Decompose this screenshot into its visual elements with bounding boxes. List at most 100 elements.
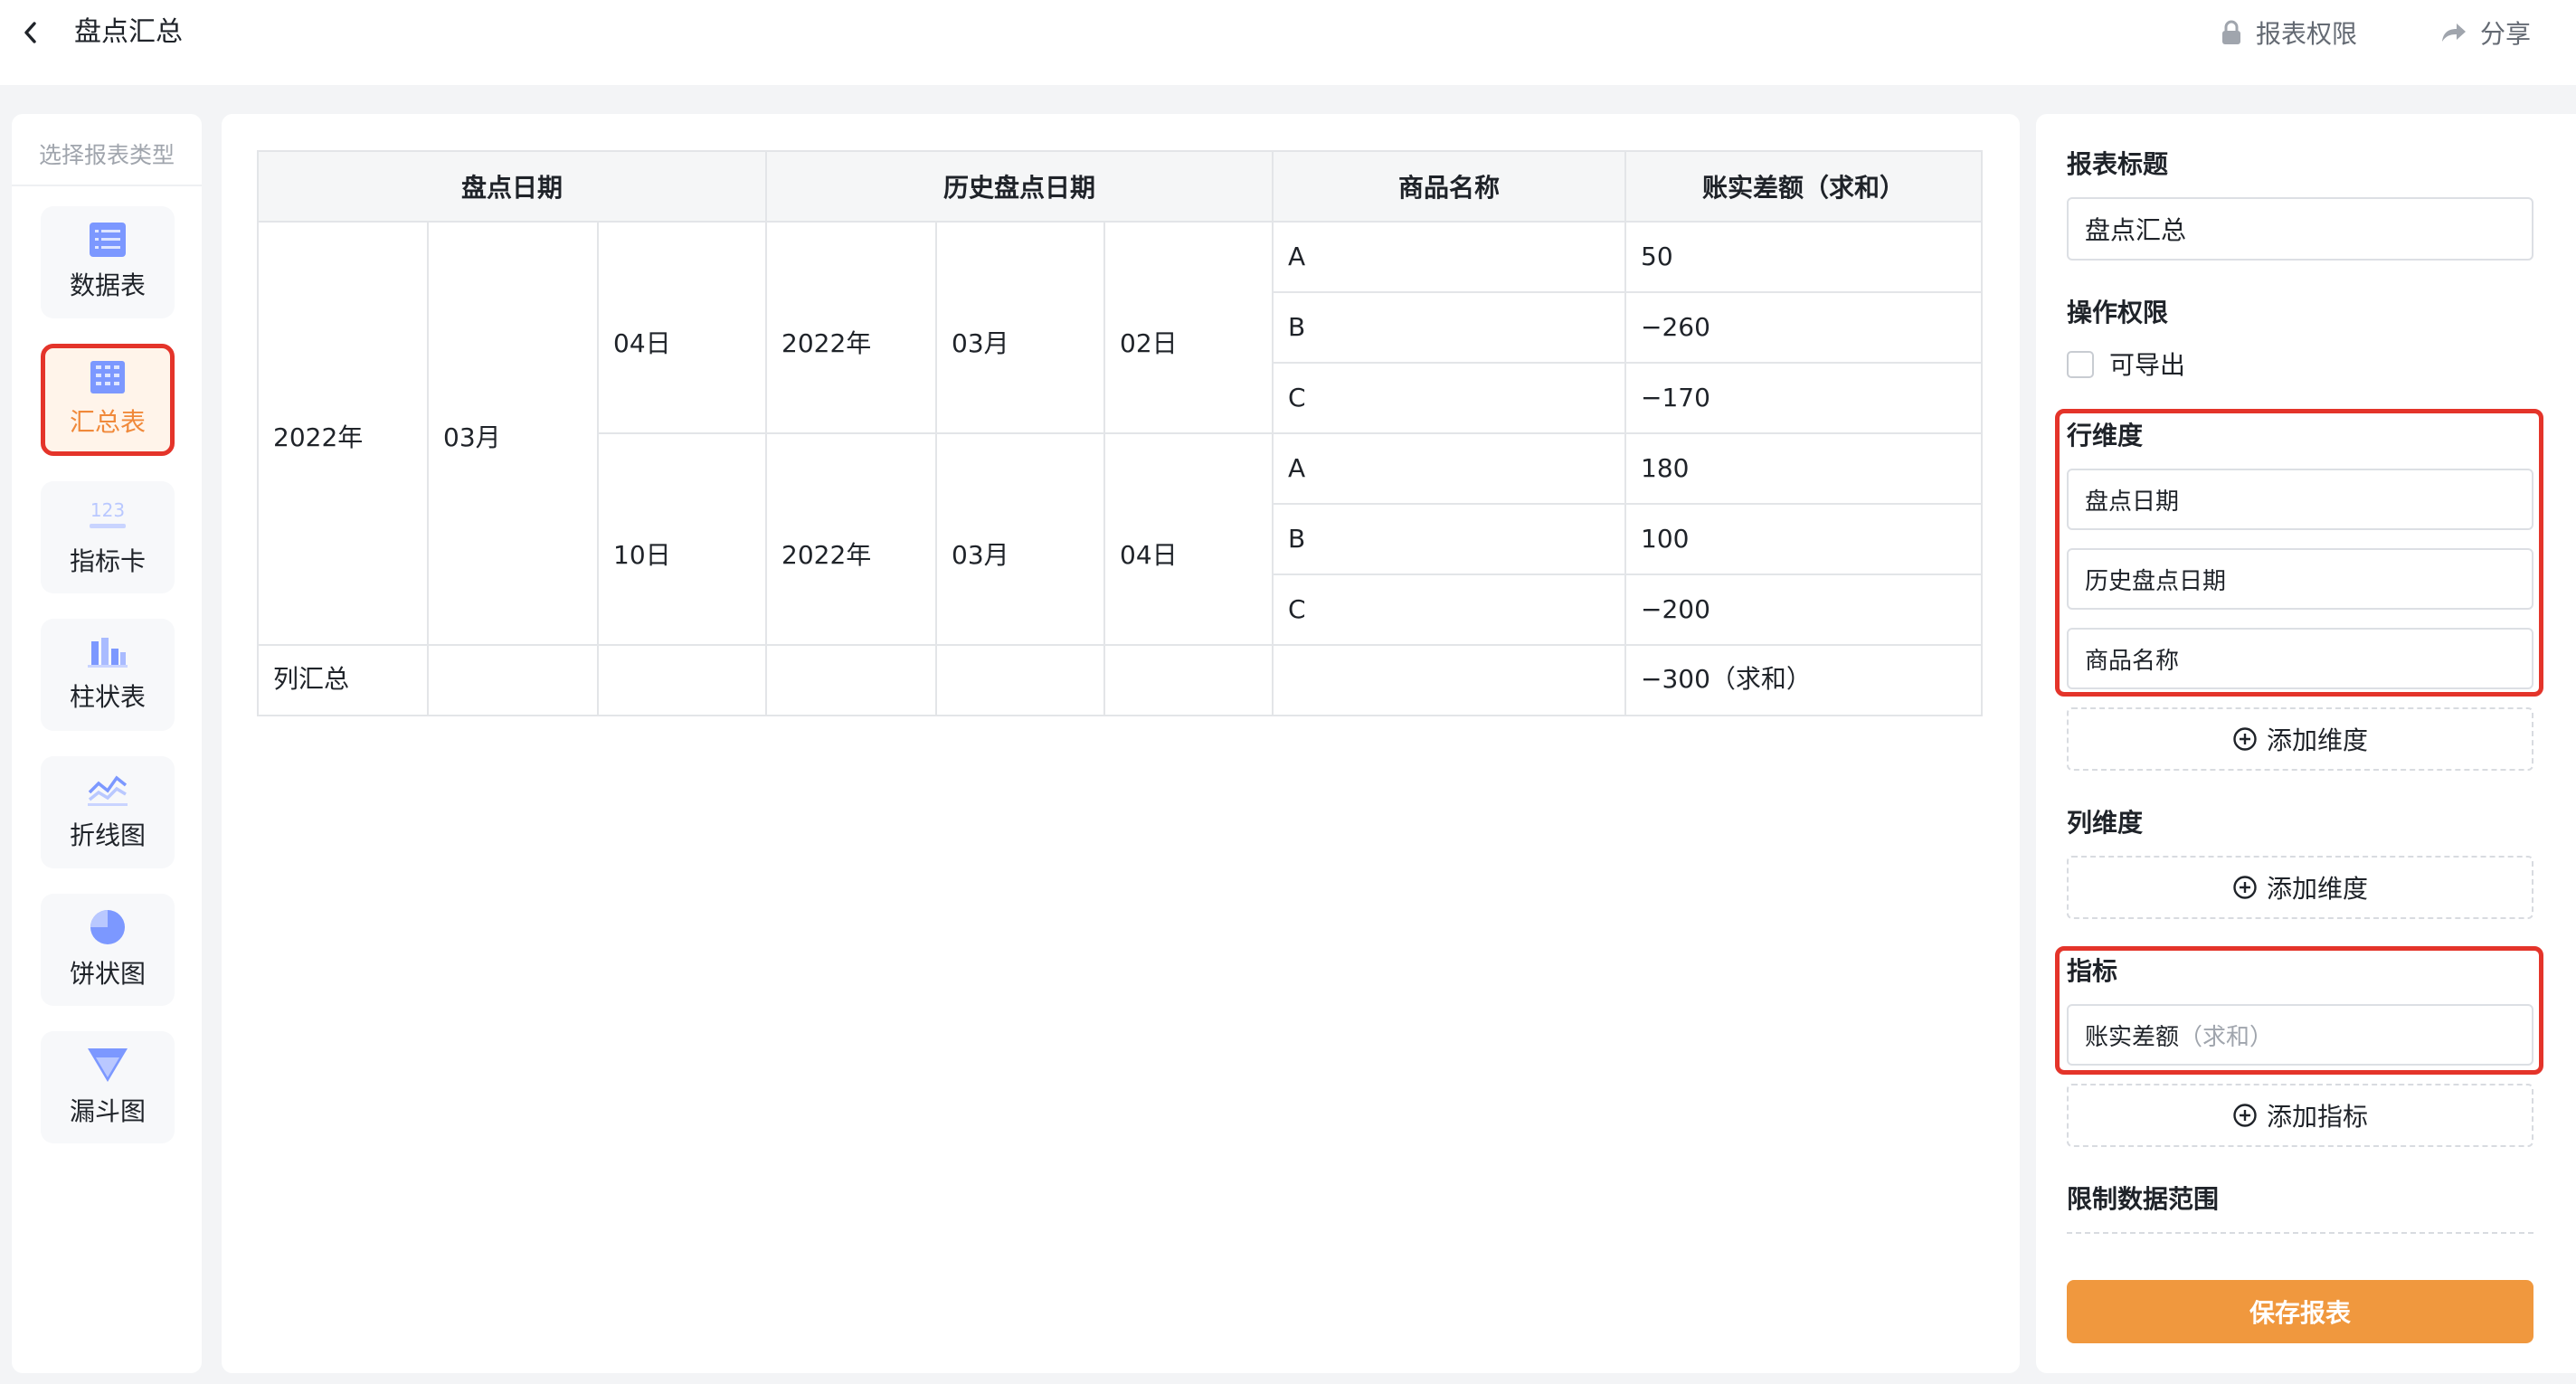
add-metric-button[interactable]: 添加指标 (2067, 1084, 2533, 1147)
page-title: 盘点汇总 (74, 16, 183, 48)
row-dimension-chip[interactable]: 历史盘点日期 (2067, 548, 2533, 610)
total-value-cell: −300（求和） (1641, 664, 1812, 694)
row-dimension-chip[interactable]: 盘点日期 (2067, 469, 2533, 530)
col-line (1624, 152, 1626, 715)
report-permission-button[interactable]: 报表权限 (2220, 13, 2357, 52)
summary-table-icon (90, 361, 125, 393)
product-name-cell: C (1288, 383, 1306, 412)
table-cell: 04日 (613, 328, 671, 358)
table-cell: 03月 (952, 328, 1009, 358)
divider (12, 185, 202, 186)
save-report-button[interactable]: 保存报表 (2067, 1280, 2533, 1343)
top-header: 盘点汇总 报表权限 分享 (0, 0, 2576, 85)
table-cell: 03月 (443, 422, 501, 452)
share-label: 分享 (2480, 19, 2532, 49)
exportable-label: 可导出 (2109, 350, 2186, 380)
exportable-checkbox[interactable] (2067, 351, 2094, 378)
product-name-cell: C (1288, 594, 1306, 624)
add-row-dimension-button[interactable]: 添加维度 (2067, 707, 2533, 771)
table-cell: 10日 (613, 540, 671, 570)
report-permission-label: 报表权限 (2256, 19, 2358, 49)
limit-data-range-area[interactable] (2067, 1232, 2533, 1247)
row-dimension-chip[interactable]: 商品名称 (2067, 628, 2533, 689)
col-line (597, 221, 599, 715)
row-line (597, 432, 1981, 434)
report-title-label: 报表标题 (2067, 149, 2169, 179)
row-line (259, 221, 1981, 223)
report-type-label: 指标卡 (69, 546, 146, 576)
row-line (1272, 291, 1981, 293)
column-header: 商品名称 (1397, 173, 1500, 203)
table-cell: 02日 (1120, 328, 1178, 358)
add-column-dimension-button[interactable]: 添加维度 (2067, 856, 2533, 919)
row-line (1272, 574, 1981, 575)
product-name-cell: A (1288, 453, 1306, 483)
plus-circle-icon (2233, 1104, 2257, 1127)
table-cell: 2022年 (781, 540, 872, 570)
total-label-cell: 列汇总 (273, 664, 350, 694)
table-cell: 04日 (1120, 540, 1178, 570)
col-line (765, 221, 767, 715)
add-metric-label: 添加指标 (2266, 1102, 2368, 1132)
metric-chip[interactable]: 账实差额 （求和） (2067, 1004, 2533, 1066)
report-type-title: 选择报表类型 (38, 142, 175, 168)
col-line (1272, 152, 1274, 715)
value-cell: 50 (1641, 242, 1673, 271)
value-cell: 180 (1641, 453, 1690, 483)
report-type-label: 漏斗图 (69, 1096, 146, 1126)
report-type-funnel-chart[interactable]: 漏斗图 (41, 1031, 175, 1143)
share-button[interactable]: 分享 (2440, 13, 2531, 52)
svg-text:123: 123 (90, 499, 125, 521)
report-type-label: 折线图 (69, 820, 146, 850)
report-title-input[interactable]: 盘点汇总 (2067, 197, 2533, 261)
bar-chart-icon (88, 638, 128, 668)
report-type-label: 汇总表 (69, 407, 146, 437)
table-cell: 03月 (952, 540, 1009, 570)
lock-icon (2222, 20, 2240, 44)
row-line (1272, 362, 1981, 364)
data-table-icon (90, 223, 126, 257)
report-type-label: 柱状表 (69, 682, 146, 712)
col-line (427, 221, 429, 715)
value-cell: −170 (1641, 383, 1710, 412)
pie-chart-icon (90, 910, 125, 944)
col-line (1103, 221, 1105, 715)
report-type-summary-table[interactable]: 汇总表 (41, 344, 175, 456)
row-line (1272, 503, 1981, 505)
limit-data-range-label: 限制数据范围 (2067, 1184, 2220, 1214)
column-header: 历史盘点日期 (942, 173, 1095, 203)
add-dimension-label: 添加维度 (2266, 874, 2368, 904)
metric-card-icon: 123 (90, 499, 126, 528)
column-header: 盘点日期 (460, 173, 563, 203)
product-name-cell: A (1288, 242, 1306, 271)
table-cell: 2022年 (273, 422, 364, 452)
report-type-line-chart[interactable]: 折线图 (41, 756, 175, 868)
funnel-chart-icon (88, 1048, 128, 1082)
col-line (935, 221, 937, 715)
table-cell: 2022年 (781, 328, 872, 358)
operation-permission-label: 操作权限 (2067, 298, 2169, 327)
plus-circle-icon (2233, 876, 2257, 899)
value-cell: −260 (1641, 312, 1710, 342)
summary-table: 盘点日期 历史盘点日期 商品名称 账实差额（求和） 2022年 03月 04日 … (257, 150, 1983, 716)
column-dimension-label: 列维度 (2067, 808, 2144, 838)
report-type-metric-card[interactable]: 123 指标卡 (41, 481, 175, 593)
metric-aggregation: （求和） (2179, 1023, 2274, 1051)
report-type-label: 饼状图 (69, 959, 146, 989)
metric-name: 账实差额 (2085, 1023, 2180, 1051)
value-cell: 100 (1641, 524, 1690, 554)
report-type-label: 数据表 (69, 270, 146, 300)
report-type-pie-chart[interactable]: 饼状图 (41, 894, 175, 1006)
report-type-panel: 选择报表类型 数据表 汇总表 123 指标卡 柱状表 折线图 饼状图 漏斗图 (12, 114, 202, 1373)
column-header: 账实差额（求和） (1701, 173, 1905, 203)
add-dimension-label: 添加维度 (2266, 725, 2368, 755)
back-button[interactable] (14, 14, 47, 51)
share-icon (2442, 24, 2466, 42)
product-name-cell: B (1288, 524, 1306, 554)
plus-circle-icon (2233, 727, 2257, 751)
chevron-left-icon (24, 22, 36, 43)
report-type-data-table[interactable]: 数据表 (41, 206, 175, 318)
row-line (259, 644, 1981, 646)
product-name-cell: B (1288, 312, 1306, 342)
report-type-bar-chart[interactable]: 柱状表 (41, 619, 175, 731)
